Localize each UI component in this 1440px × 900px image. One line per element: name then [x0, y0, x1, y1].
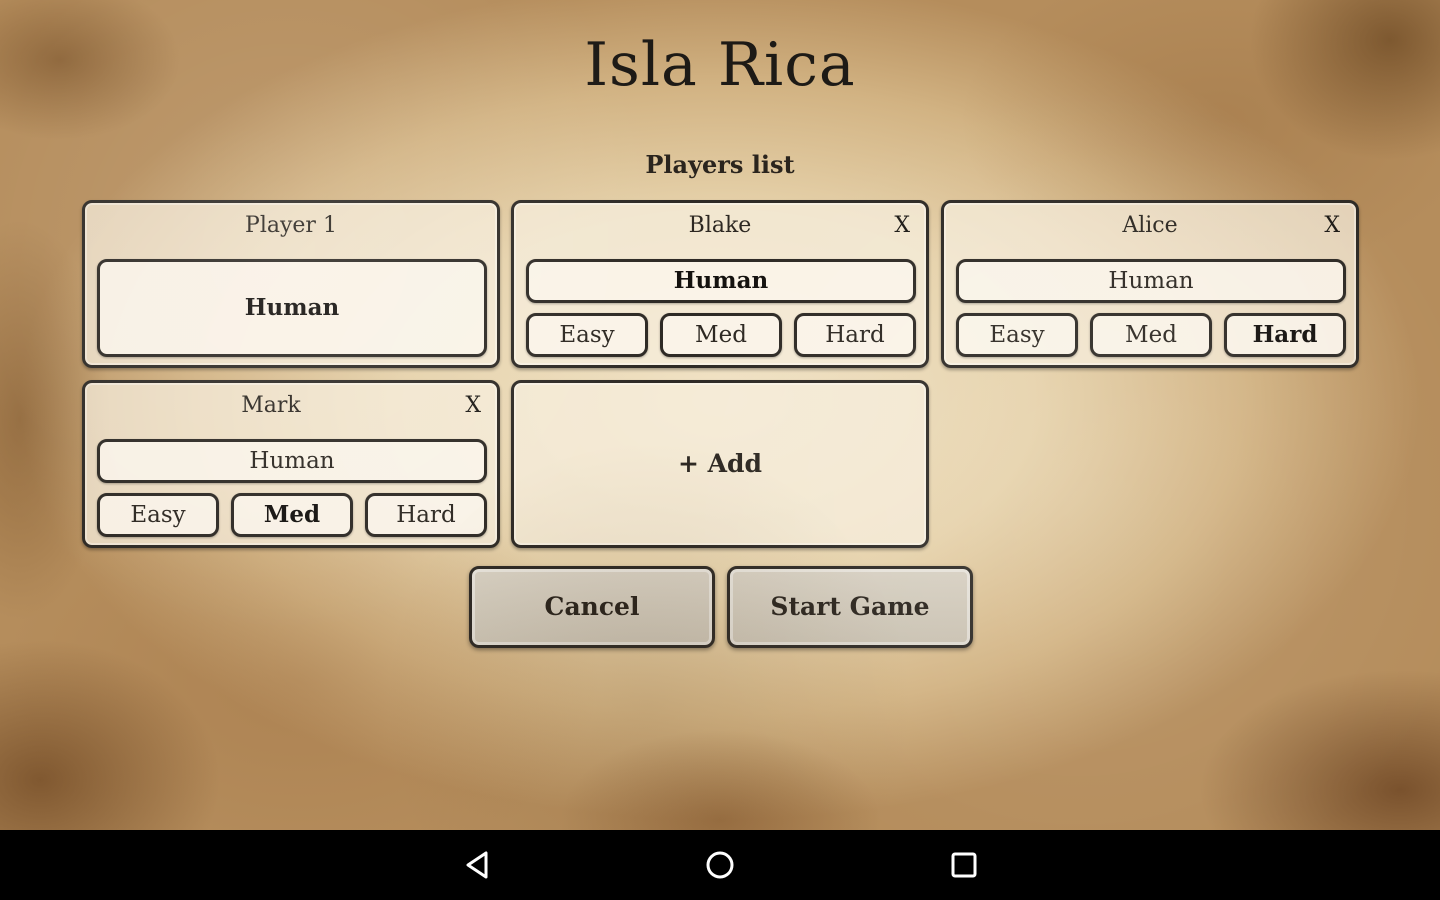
- add-player-button[interactable]: + Add: [511, 380, 929, 548]
- player-name: Mark: [241, 393, 301, 418]
- player-card-1: Player 1 Human: [82, 200, 500, 368]
- recents-icon[interactable]: [944, 845, 984, 885]
- system-navigation-bar: [0, 830, 1440, 900]
- player-card-2: Blake X Human Easy Med Hard: [511, 200, 929, 368]
- difficulty-hard-button[interactable]: Hard: [365, 493, 487, 537]
- player-type-button[interactable]: Human: [97, 259, 487, 357]
- player-name: Player 1: [245, 213, 337, 238]
- game-title: Isla Rica: [584, 30, 856, 100]
- remove-player-button[interactable]: X: [465, 393, 481, 418]
- difficulty-easy-button[interactable]: Easy: [526, 313, 648, 357]
- player-card-4: Mark X Human Easy Med Hard: [82, 380, 500, 548]
- difficulty-med-button[interactable]: Med: [1090, 313, 1212, 357]
- start-game-button[interactable]: Start Game: [727, 566, 973, 648]
- player-type-button[interactable]: Human: [956, 259, 1346, 303]
- difficulty-hard-button[interactable]: Hard: [1224, 313, 1346, 357]
- cancel-button[interactable]: Cancel: [469, 566, 715, 648]
- player-name: Alice: [1122, 213, 1178, 238]
- difficulty-easy-button[interactable]: Easy: [97, 493, 219, 537]
- difficulty-med-button[interactable]: Med: [231, 493, 353, 537]
- difficulty-med-button[interactable]: Med: [660, 313, 782, 357]
- difficulty-easy-button[interactable]: Easy: [956, 313, 1078, 357]
- player-card-3: Alice X Human Easy Med Hard: [941, 200, 1359, 368]
- player-name: Blake: [688, 213, 752, 238]
- remove-player-button[interactable]: X: [894, 213, 910, 238]
- player-type-button[interactable]: Human: [97, 439, 487, 483]
- player-type-button[interactable]: Human: [526, 259, 916, 303]
- players-list-heading: Players list: [645, 150, 795, 179]
- remove-player-button[interactable]: X: [1324, 213, 1340, 238]
- home-icon[interactable]: [700, 845, 740, 885]
- difficulty-hard-button[interactable]: Hard: [794, 313, 916, 357]
- parchment-background: Isla Rica Players list Player 1 Human Bl…: [0, 0, 1440, 830]
- back-icon[interactable]: [458, 845, 498, 885]
